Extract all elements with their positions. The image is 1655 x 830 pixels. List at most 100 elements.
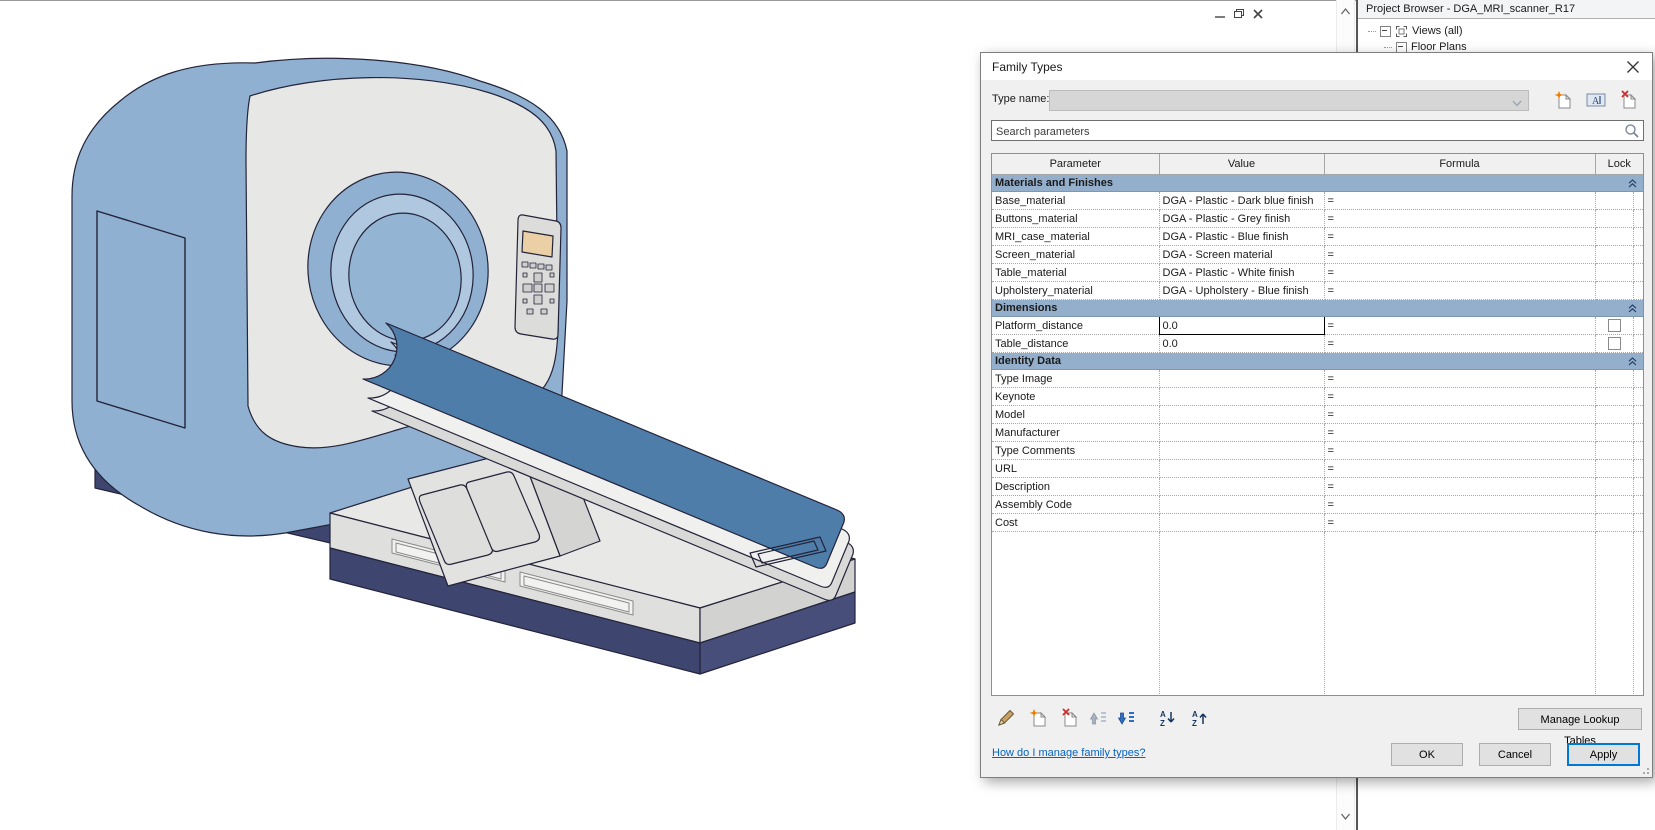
lock-checkbox[interactable] xyxy=(1607,337,1621,350)
type-name-dropdown[interactable] xyxy=(1049,90,1529,111)
collapse-group-icon[interactable] xyxy=(1628,179,1637,191)
minimize-icon[interactable] xyxy=(1212,6,1228,22)
value-cell[interactable] xyxy=(1159,405,1325,424)
collapse-group-icon[interactable] xyxy=(1628,304,1637,316)
move-parameter-down-icon[interactable] xyxy=(1115,707,1137,729)
sort-descending-icon[interactable]: A Z xyxy=(1189,707,1211,729)
sort-ascending-icon[interactable]: A Z xyxy=(1157,707,1179,729)
delete-type-icon[interactable] xyxy=(1619,89,1639,110)
panel-screen xyxy=(521,230,554,258)
formula-cell[interactable]: = xyxy=(1324,281,1596,300)
group-row-materials-and-finishes[interactable]: Materials and Finishes xyxy=(992,174,1643,192)
formula-cell[interactable]: = xyxy=(1324,263,1596,282)
delete-parameter-icon[interactable] xyxy=(1059,707,1081,729)
table-row: Model = xyxy=(992,405,1643,424)
value-cell[interactable]: DGA - Plastic - White finish xyxy=(1159,263,1325,282)
parameter-cell: Description xyxy=(992,477,1160,496)
formula-cell[interactable]: = xyxy=(1324,387,1596,406)
value-cell[interactable] xyxy=(1159,495,1325,514)
value-cell[interactable]: 0.0 xyxy=(1159,334,1325,353)
cancel-button[interactable]: Cancel xyxy=(1479,743,1551,766)
search-icon[interactable] xyxy=(1624,123,1640,142)
tree-expand-icon[interactable] xyxy=(1380,25,1391,37)
value-cell[interactable] xyxy=(1159,477,1325,496)
spacer-cell xyxy=(1633,245,1643,264)
lock-cell xyxy=(1595,405,1634,424)
column-header-parameter[interactable]: Parameter xyxy=(992,154,1160,175)
value-cell[interactable] xyxy=(1159,387,1325,406)
parameter-cell: Keynote xyxy=(992,387,1160,406)
parameter-cell: Buttons_material xyxy=(992,209,1160,228)
formula-cell[interactable]: = xyxy=(1324,334,1596,353)
svg-text:Z: Z xyxy=(1160,719,1165,727)
lock-cell xyxy=(1595,441,1634,460)
formula-cell[interactable]: = xyxy=(1324,513,1596,532)
empty-cell xyxy=(1595,531,1634,695)
parameter-cell: Screen_material xyxy=(992,245,1160,264)
rename-type-icon[interactable]: A xyxy=(1586,89,1606,110)
formula-cell[interactable]: = xyxy=(1324,245,1596,264)
new-type-icon[interactable] xyxy=(1553,89,1573,110)
scroll-down-icon[interactable] xyxy=(1340,812,1351,821)
manage-lookup-tables-button[interactable]: Manage Lookup Tables xyxy=(1518,708,1642,747)
column-header-value[interactable]: Value xyxy=(1159,154,1325,175)
value-cell[interactable] xyxy=(1159,423,1325,442)
table-row: Table_distance 0.0 = xyxy=(992,334,1643,353)
spacer-cell xyxy=(1633,209,1643,228)
ok-button[interactable]: OK xyxy=(1391,743,1463,766)
lock-cell xyxy=(1595,423,1634,442)
dialog-titlebar[interactable]: Family Types xyxy=(981,53,1652,80)
scroll-up-icon[interactable] xyxy=(1340,7,1351,16)
resize-grip[interactable] xyxy=(1640,765,1649,774)
formula-cell[interactable]: = xyxy=(1324,316,1596,335)
formula-cell[interactable]: = xyxy=(1324,227,1596,246)
formula-cell[interactable]: = xyxy=(1324,423,1596,442)
table-row: Buttons_material DGA - Plastic - Grey fin… xyxy=(992,209,1643,228)
formula-cell[interactable]: = xyxy=(1324,405,1596,424)
spacer-cell xyxy=(1633,405,1643,424)
value-cell[interactable]: DGA - Plastic - Blue finish xyxy=(1159,227,1325,246)
table-row: Description = xyxy=(992,477,1643,496)
new-parameter-icon[interactable] xyxy=(1027,707,1049,729)
formula-cell[interactable]: = xyxy=(1324,209,1596,228)
value-cell[interactable]: DGA - Plastic - Dark blue finish xyxy=(1159,191,1325,210)
group-row-identity-data[interactable]: Identity Data xyxy=(992,352,1643,370)
formula-cell[interactable]: = xyxy=(1324,495,1596,514)
table-row: MRI_case_material DGA - Plastic - Blue fi… xyxy=(992,227,1643,246)
column-header-formula[interactable]: Formula xyxy=(1324,154,1596,175)
table-row: Upholstery_material DGA - Upholstery - Bl… xyxy=(992,281,1643,300)
lock-cell xyxy=(1595,316,1634,335)
tree-expand-icon[interactable] xyxy=(1396,41,1407,53)
value-cell[interactable] xyxy=(1159,459,1325,478)
restore-icon[interactable] xyxy=(1231,6,1247,22)
value-cell[interactable] xyxy=(1159,513,1325,532)
close-view-icon[interactable] xyxy=(1250,6,1266,22)
value-cell[interactable]: DGA - Screen material xyxy=(1159,245,1325,264)
formula-cell[interactable]: = xyxy=(1324,369,1596,388)
formula-cell[interactable]: = xyxy=(1324,441,1596,460)
search-input[interactable] xyxy=(994,122,1618,141)
lock-checkbox[interactable] xyxy=(1607,319,1621,332)
collapse-group-icon[interactable] xyxy=(1628,357,1637,369)
parameter-cell: Manufacturer xyxy=(992,423,1160,442)
column-header-lock[interactable]: Lock xyxy=(1595,154,1643,175)
edit-parameter-icon[interactable] xyxy=(995,707,1017,729)
tree-item-views-all-[interactable]: Views (all) xyxy=(1358,23,1655,39)
dialog-close-icon[interactable] xyxy=(1626,60,1640,74)
value-cell[interactable]: 0.0 xyxy=(1158,316,1325,335)
value-cell[interactable] xyxy=(1159,441,1325,460)
formula-cell[interactable]: = xyxy=(1324,191,1596,210)
table-row: Cost = xyxy=(992,513,1643,532)
spacer-cell xyxy=(1633,459,1643,478)
help-link[interactable]: How do I manage family types? xyxy=(992,747,1145,759)
value-cell[interactable]: DGA - Plastic - Grey finish xyxy=(1159,209,1325,228)
apply-button[interactable]: Apply xyxy=(1567,743,1640,766)
formula-cell[interactable]: = xyxy=(1324,459,1596,478)
formula-cell[interactable]: = xyxy=(1324,477,1596,496)
value-cell[interactable]: DGA - Upholstery - Blue finish xyxy=(1159,281,1325,300)
group-row-dimensions[interactable]: Dimensions xyxy=(992,299,1643,317)
move-parameter-up-icon[interactable] xyxy=(1087,707,1109,729)
tree-connector xyxy=(1368,30,1376,32)
value-cell[interactable] xyxy=(1159,369,1325,388)
svg-text:A: A xyxy=(1160,710,1166,719)
